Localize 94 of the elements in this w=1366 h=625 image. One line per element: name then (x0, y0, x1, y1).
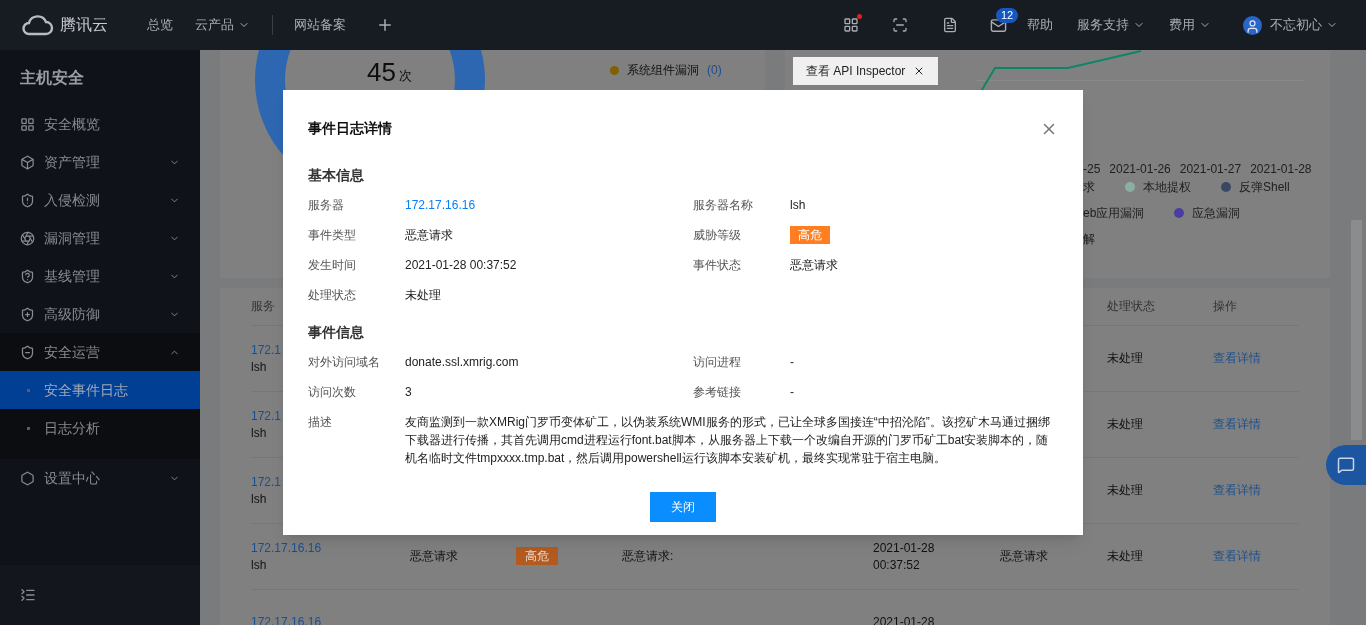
legend-label: eb应用漏洞 (1083, 205, 1145, 222)
chat-icon (1337, 456, 1355, 474)
shield-plus-icon (20, 306, 35, 322)
avatar-icon[interactable] (1243, 15, 1262, 35)
legend-label: 系统组件漏洞 (627, 62, 699, 79)
grid-icon[interactable] (843, 17, 859, 33)
field-label: 发生时间 (308, 257, 357, 274)
sidebar-item[interactable]: 安全概览 (0, 105, 200, 143)
server-name: lsh (251, 358, 267, 376)
threat-level-badge: 高危 (516, 547, 558, 565)
field-value: donate.ssl.xmrig.com (405, 355, 519, 369)
document-icon[interactable] (942, 17, 958, 33)
section-title: 基本信息 (308, 166, 365, 185)
grid-icon (20, 116, 35, 132)
field-value: 友商监测到一款XMRig门罗币变体矿工，以伪装系统WMI服务的形式，已让全球多国接连“中招沦陷”。该挖矿木马通过捆绑下载器进行传播，其首先调用cmd进程运行font.bat脚本，从服务器上下载一个改编自开源的门罗币矿工bat安装脚本的，随机名临时文件tmpxxxx.tmp.bat，然后调用powershell运行该脚本安装矿机，最终实现常驻于宿主电脑。 (405, 415, 1050, 465)
field-label: 访问次数 (308, 384, 357, 401)
field-label: 服务器名称 (693, 197, 754, 214)
header-link[interactable]: 帮助 (1027, 15, 1053, 35)
sidebar-item[interactable]: 资产管理 (0, 143, 200, 181)
shield-icon (20, 268, 35, 284)
field-label: 访问进程 (693, 354, 742, 371)
server-name: lsh (251, 490, 267, 508)
close-button[interactable]: 关闭 (650, 492, 716, 522)
sidebar-item[interactable]: 基线管理 (0, 257, 200, 295)
collapse-menu-icon[interactable] (20, 587, 36, 603)
threat-level-badge: 高危 (790, 226, 830, 244)
field-label: 处理状态 (308, 287, 357, 304)
sidebar-item[interactable]: 安全运营 (0, 333, 200, 371)
field-value: lsh (790, 198, 806, 212)
mail-count-badge: 12 (996, 7, 1019, 23)
event-date: 2021-01-28 (873, 539, 935, 557)
legend-label: 求 (1083, 179, 1095, 196)
column-header: 处理状态 (1107, 298, 1156, 315)
event-count: 45 (367, 57, 396, 87)
sidebar-subitem[interactable]: 安全事件日志 (0, 371, 200, 409)
user-menu[interactable]: 不忘初心 (1270, 15, 1338, 35)
legend-label: 本地提权 (1143, 179, 1191, 196)
section-title: 事件信息 (308, 323, 365, 342)
header-link[interactable]: 费用 (1169, 15, 1211, 35)
field-value: 2021-01-28 00:37:52 (405, 258, 517, 272)
sidebar-item[interactable]: 入侵检测 (0, 181, 200, 219)
scan-icon[interactable] (892, 17, 908, 33)
chat-button[interactable] (1326, 445, 1366, 485)
hexagon-icon (20, 470, 35, 486)
handle-status: 未处理 (1107, 548, 1144, 565)
sidebar-item[interactable]: 漏洞管理 (0, 219, 200, 257)
field-value: 恶意请求 (790, 258, 838, 272)
dialog-title: 事件日志详情 (308, 119, 392, 138)
axis-date-label: 2021-01-28 (1250, 161, 1312, 178)
logo-text[interactable]: 腾讯云 (60, 13, 108, 37)
event-type: 恶意请求 (410, 548, 459, 565)
legend-label: 解 (1083, 231, 1095, 248)
handle-status: 未处理 (1107, 416, 1144, 433)
column-header: 服务 (251, 298, 276, 315)
field-label: 事件类型 (308, 227, 357, 244)
nav-link[interactable]: 云产品 (195, 15, 250, 35)
aperture-icon (20, 230, 35, 246)
handle-status: 未处理 (1107, 482, 1144, 499)
field-label: 对外访问域名 (308, 354, 381, 371)
sidebar-item[interactable]: 设置中心 (0, 459, 200, 497)
nav-link[interactable]: 网站备案 (294, 15, 346, 35)
field-label: 服务器 (308, 197, 345, 214)
field-label: 描述 (308, 414, 333, 431)
sidebar-subitem[interactable]: 日志分析 (0, 409, 200, 447)
server-name: lsh (251, 556, 267, 574)
handle-status: 未处理 (1107, 350, 1144, 367)
header-link[interactable]: 服务支持 (1077, 15, 1145, 35)
field-value: - (790, 355, 794, 369)
nav-link[interactable]: 总览 (147, 15, 173, 35)
field-value: 恶意请求 (405, 228, 453, 242)
plus-icon[interactable] (376, 16, 394, 34)
field-value: - (790, 385, 794, 399)
legend-label: 应急漏洞 (1192, 205, 1241, 222)
legend-label: 反弹Shell (1239, 179, 1290, 196)
cloud-logo-icon (20, 14, 54, 36)
field-label: 事件状态 (693, 257, 742, 274)
event-status: 恶意请求 (1000, 548, 1049, 565)
field-value: 未处理 (405, 288, 441, 302)
field-label: 威胁等级 (693, 227, 742, 244)
event-time: 00:37:52 (873, 556, 920, 574)
cube-icon (20, 154, 35, 170)
server-link[interactable]: 172.17.16.16 (405, 198, 476, 212)
count-unit: 次 (398, 66, 412, 85)
field-label: 参考链接 (693, 384, 742, 401)
sidebar-title: 主机安全 (19, 67, 85, 88)
axis-date-label: 2021-01-27 (1179, 161, 1242, 178)
field-value: 3 (405, 385, 412, 399)
event-description: 恶意请求: (622, 548, 675, 565)
server-name: lsh (251, 424, 267, 442)
sidebar-item[interactable]: 高级防御 (0, 295, 200, 333)
column-header: 操作 (1213, 298, 1238, 315)
axis-date-label: -25 (1083, 161, 1101, 178)
axis-date-label: 2021-01-26 (1109, 161, 1171, 178)
api-inspector-tooltip[interactable]: 查看 API Inspector (793, 57, 939, 85)
